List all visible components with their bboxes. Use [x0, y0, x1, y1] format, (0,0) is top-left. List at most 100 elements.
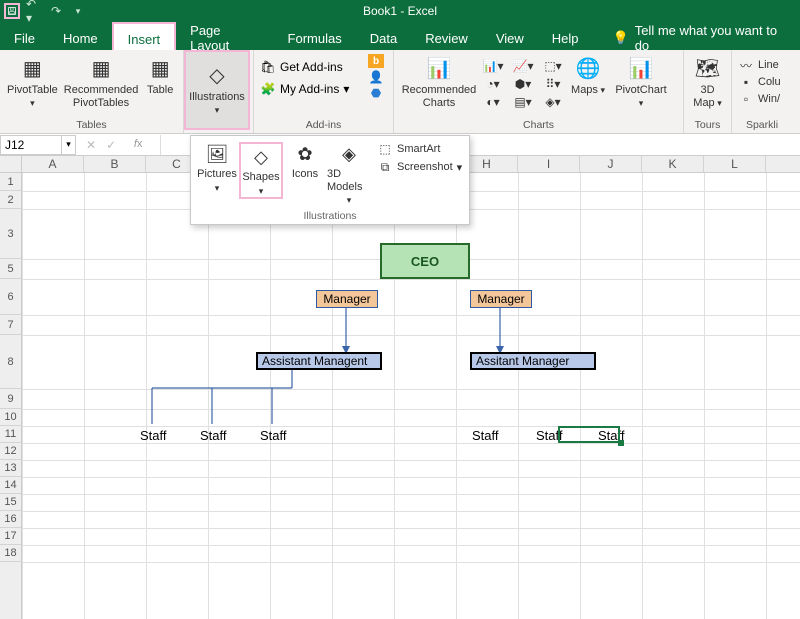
screenshot-icon: ⧉	[377, 160, 393, 174]
worksheet[interactable]: ABCDEFGHIJKL 12356789101112131415161718 …	[0, 156, 800, 619]
addins-label: Add-ins	[260, 119, 387, 132]
maps-button[interactable]: 🌐Maps	[568, 54, 608, 99]
group-tours: 🗺3D Map Tours	[684, 50, 732, 133]
people-graph-icon[interactable]: 👤	[368, 70, 384, 84]
spark-col-icon: ▪	[738, 75, 754, 89]
undo-icon[interactable]: ↶ ▾	[26, 3, 42, 19]
shape-ceo[interactable]: CEO	[380, 243, 470, 279]
3dmap-icon: 🗺	[694, 56, 722, 82]
icons-icon: ✿	[292, 142, 318, 166]
tab-page-layout[interactable]: Page Layout	[176, 22, 273, 50]
icons-button[interactable]: ✿Icons	[283, 142, 327, 181]
staff-3[interactable]: Staff	[260, 428, 287, 443]
tours-label: Tours	[690, 119, 725, 132]
charts-label: Charts	[400, 119, 677, 132]
qat-more-icon[interactable]: ▾	[70, 3, 86, 19]
bing-icon[interactable]: b	[368, 54, 384, 68]
3d-map-button[interactable]: 🗺3D Map	[690, 54, 725, 111]
group-tables-label: Tables	[6, 119, 177, 132]
hierarchy-chart-icon[interactable]: ◔▾	[482, 76, 504, 92]
my-addins-button[interactable]: 🧩My Add-ins ▾	[260, 82, 349, 96]
name-box[interactable]: J12	[0, 135, 62, 155]
tab-review[interactable]: Review	[411, 22, 482, 50]
3d-models-button[interactable]: ◈3D Models▾	[327, 142, 371, 206]
pivot-table-button[interactable]: ▦PivotTable	[6, 54, 59, 111]
group-sparklines: 〰Line ▪Colu ▫Win/ Sparkli	[732, 50, 792, 133]
store-icon: 🛍	[260, 60, 276, 74]
ill-panel-label: Illustrations	[191, 208, 469, 224]
bar-chart-icon[interactable]: ▤▾	[512, 94, 534, 110]
table-icon: ▦	[146, 56, 174, 82]
spark-line-icon: 〰	[738, 58, 754, 72]
titlebar: ↶ ▾ ↷ ▾ Book1 - Excel	[0, 0, 800, 22]
pictures-button[interactable]: 🖼Pictures▾	[195, 142, 239, 193]
tell-me[interactable]: 💡 Tell me what you want to do	[599, 22, 800, 50]
spark-label: Sparkli	[738, 119, 786, 132]
ribbon-tabs: File Home Insert Page Layout Formulas Da…	[0, 22, 800, 50]
pivotchart-icon: 📊	[627, 56, 655, 82]
column-chart-icon[interactable]: 📊▾	[482, 58, 504, 74]
table-button[interactable]: ▦Table	[143, 54, 177, 99]
shapes-button[interactable]: ◇Shapes▾	[239, 142, 283, 199]
shape-manager-2[interactable]: Manager	[470, 290, 532, 308]
bulb-icon: 💡	[613, 30, 629, 46]
maps-icon: 🌐	[574, 56, 602, 82]
staff-4[interactable]: Staff	[472, 428, 499, 443]
recommended-pivot-icon: ▦	[87, 56, 115, 82]
line-chart-icon[interactable]: 📈▾	[512, 58, 534, 74]
sparkline-line-button[interactable]: 〰Line	[738, 58, 781, 72]
group-illustrations: ◇ Illustrations	[184, 50, 254, 133]
tell-me-text: Tell me what you want to do	[635, 23, 786, 53]
pivotchart-button[interactable]: 📊PivotChart	[612, 54, 670, 111]
get-addins-button[interactable]: 🛍Get Add-ins	[260, 60, 343, 74]
stat-chart-icon[interactable]: ⬢▾	[512, 76, 534, 92]
group-tables: ▦PivotTable ▦Recommended PivotTables ▦Ta…	[0, 50, 184, 133]
visio-icon[interactable]: ⬣	[368, 86, 384, 100]
window-title: Book1 - Excel	[363, 4, 437, 18]
shape-manager-1[interactable]: Manager	[316, 290, 378, 308]
cell-selection	[558, 426, 620, 443]
tab-formulas[interactable]: Formulas	[274, 22, 356, 50]
tab-help[interactable]: Help	[538, 22, 593, 50]
tab-home[interactable]: Home	[49, 22, 112, 50]
sparkline-winloss-button[interactable]: ▫Win/	[738, 92, 781, 106]
recommended-pivot-button[interactable]: ▦Recommended PivotTables	[63, 54, 140, 111]
fx-icon[interactable]: fx	[126, 138, 150, 152]
smartart-button[interactable]: ⬚SmartArt	[377, 142, 462, 156]
enter-icon[interactable]: ✓	[106, 138, 116, 152]
recommended-charts-button[interactable]: 📊Recommended Charts	[400, 54, 478, 111]
illustrations-dropdown: 🖼Pictures▾ ◇Shapes▾ ✿Icons ◈3D Models▾ ⬚…	[190, 135, 470, 225]
combo-chart-icon[interactable]: ⬚▾	[542, 58, 564, 74]
surface-chart-icon[interactable]: ◈▾	[542, 94, 564, 110]
selection-handle[interactable]	[618, 440, 624, 446]
smartart-icon: ⬚	[377, 142, 393, 156]
screenshot-button[interactable]: ⧉Screenshot ▾	[377, 160, 462, 174]
spark-wl-icon: ▫	[738, 92, 754, 106]
tab-data[interactable]: Data	[356, 22, 411, 50]
tab-view[interactable]: View	[482, 22, 538, 50]
illustrations-button[interactable]: ◇ Illustrations	[184, 50, 250, 130]
ribbon: ▦PivotTable ▦Recommended PivotTables ▦Ta…	[0, 50, 800, 134]
quick-access-toolbar: ↶ ▾ ↷ ▾	[0, 3, 86, 19]
pivottable-icon: ▦	[18, 56, 46, 82]
scatter-chart-icon[interactable]: ⠿▾	[542, 76, 564, 92]
pie-chart-icon[interactable]: ◐▾	[482, 94, 504, 110]
pictures-icon: 🖼	[204, 142, 230, 166]
sparkline-column-button[interactable]: ▪Colu	[738, 75, 781, 89]
shape-asst-manager-2[interactable]: Assitant Manager	[470, 352, 596, 370]
redo-icon[interactable]: ↷	[48, 3, 64, 19]
shapes-icon: ◇	[248, 145, 274, 169]
shape-asst-manager-1[interactable]: Assistant Managent	[256, 352, 382, 370]
name-box-dropdown[interactable]: ▾	[62, 135, 76, 155]
tab-insert[interactable]: Insert	[112, 22, 177, 50]
3dmodels-icon: ◈	[336, 142, 362, 166]
chart-type-grid: 📊▾ 📈▾ ⬚▾ ◔▾ ⬢▾ ⠿▾ ◐▾ ▤▾ ◈▾	[482, 54, 564, 110]
staff-2[interactable]: Staff	[200, 428, 227, 443]
cancel-icon[interactable]: ✕	[86, 138, 96, 152]
staff-1[interactable]: Staff	[140, 428, 167, 443]
addins-icon: 🧩	[260, 82, 276, 96]
tab-file[interactable]: File	[0, 22, 49, 50]
recommended-charts-icon: 📊	[425, 56, 453, 82]
save-icon[interactable]	[4, 3, 20, 19]
group-addins: 🛍Get Add-ins 🧩My Add-ins ▾ b 👤 ⬣ Add-ins	[254, 50, 394, 133]
